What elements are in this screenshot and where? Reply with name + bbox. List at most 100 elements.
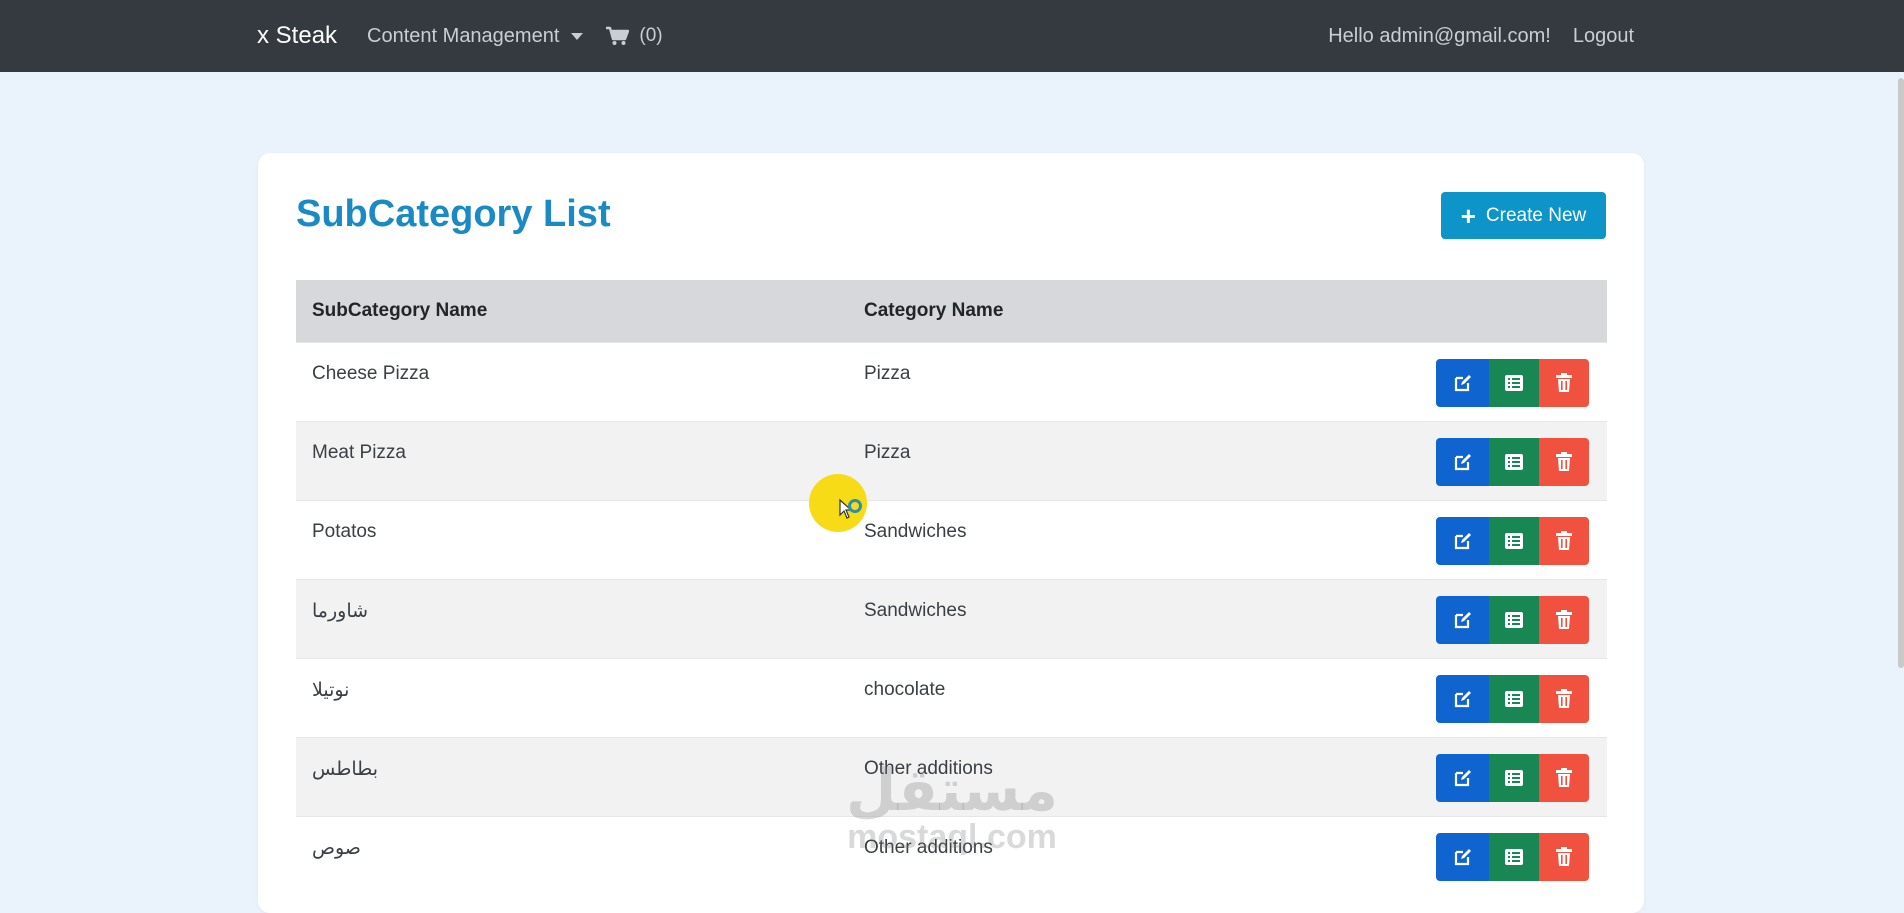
- list-icon: [1504, 453, 1524, 471]
- edit-button[interactable]: [1436, 675, 1489, 723]
- list-icon: [1504, 848, 1524, 866]
- top-navbar: x Steak Content Management (0) Hello adm…: [0, 0, 1904, 72]
- action-button-group: [1436, 833, 1589, 881]
- trash-icon: [1555, 689, 1573, 709]
- edit-icon: [1453, 452, 1473, 472]
- details-button[interactable]: [1489, 833, 1539, 881]
- row-actions: [1404, 422, 1607, 486]
- user-greeting-link[interactable]: Hello admin@gmail.com!: [1328, 25, 1551, 48]
- edit-button[interactable]: [1436, 833, 1489, 881]
- list-icon: [1504, 769, 1524, 787]
- page-scrollbar[interactable]: [1898, 78, 1904, 668]
- category-name-cell: Sandwiches: [864, 600, 967, 621]
- trash-icon: [1555, 373, 1573, 393]
- cart-count: (0): [639, 25, 663, 46]
- category-name-cell: Other additions: [864, 837, 993, 858]
- cart-icon: [606, 26, 630, 45]
- subcategory-name-cell: Potatos: [312, 521, 377, 542]
- edit-icon: [1453, 768, 1473, 788]
- table-row: Meat Pizza Pizza: [296, 421, 1607, 500]
- details-button[interactable]: [1489, 438, 1539, 486]
- list-icon: [1504, 690, 1524, 708]
- action-button-group: [1436, 596, 1589, 644]
- list-icon: [1504, 374, 1524, 392]
- cart-link[interactable]: (0): [605, 25, 663, 47]
- table-header-row: SubCategory Name Category Name: [296, 280, 1607, 342]
- edit-icon: [1453, 373, 1473, 393]
- table-row: Potatos Sandwiches: [296, 500, 1607, 579]
- delete-button[interactable]: [1539, 517, 1589, 565]
- edit-button[interactable]: [1436, 438, 1489, 486]
- row-actions: [1404, 501, 1607, 565]
- category-name-cell: Pizza: [864, 442, 911, 463]
- subcategory-name-cell: Cheese Pizza: [312, 363, 430, 384]
- edit-icon: [1453, 531, 1473, 551]
- header-category-name: Category Name: [864, 300, 1004, 321]
- subcategory-card: SubCategory List + Create New SubCategor…: [258, 153, 1644, 913]
- edit-button[interactable]: [1436, 359, 1489, 407]
- subcategory-table: SubCategory Name Category Name Cheese Pi…: [296, 280, 1607, 895]
- table-row: صوص Other additions: [296, 816, 1607, 895]
- category-name-cell: Other additions: [864, 758, 993, 779]
- table-row: بطاطس Other additions: [296, 737, 1607, 816]
- category-name-cell: Sandwiches: [864, 521, 967, 542]
- action-button-group: [1436, 517, 1589, 565]
- delete-button[interactable]: [1539, 833, 1589, 881]
- delete-button[interactable]: [1539, 754, 1589, 802]
- cursor-arrow-icon: [839, 498, 862, 519]
- details-button[interactable]: [1489, 517, 1539, 565]
- edit-button[interactable]: [1436, 517, 1489, 565]
- create-new-label: Create New: [1485, 204, 1587, 226]
- edit-button[interactable]: [1436, 596, 1489, 644]
- trash-icon: [1555, 768, 1573, 788]
- delete-button[interactable]: [1539, 596, 1589, 644]
- category-name-cell: chocolate: [864, 679, 946, 700]
- row-actions: [1404, 659, 1607, 723]
- action-button-group: [1436, 359, 1589, 407]
- navbar-right: Hello admin@gmail.com! Logout: [1306, 25, 1634, 48]
- action-button-group: [1436, 438, 1589, 486]
- logout-link[interactable]: Logout: [1573, 25, 1634, 48]
- brand-link[interactable]: x Steak: [257, 22, 337, 50]
- edit-button[interactable]: [1436, 754, 1489, 802]
- list-icon: [1504, 532, 1524, 550]
- table-row: شاورما Sandwiches: [296, 579, 1607, 658]
- subcategory-name-cell: صوص: [312, 838, 361, 859]
- edit-icon: [1453, 847, 1473, 867]
- details-button[interactable]: [1489, 596, 1539, 644]
- trash-icon: [1555, 531, 1573, 551]
- edit-icon: [1453, 689, 1473, 709]
- trash-icon: [1555, 452, 1573, 472]
- delete-button[interactable]: [1539, 438, 1589, 486]
- delete-button[interactable]: [1539, 675, 1589, 723]
- details-button[interactable]: [1489, 754, 1539, 802]
- subcategory-name-cell: نوتيلا: [312, 680, 350, 701]
- row-actions: [1404, 580, 1607, 644]
- page-title: SubCategory List: [296, 193, 611, 235]
- row-actions: [1404, 817, 1607, 881]
- table-body: Cheese Pizza Pizza Meat Pizza Pizza Potatos S…: [296, 342, 1607, 895]
- navbar-container: x Steak Content Management (0) Hello adm…: [257, 0, 1634, 72]
- create-new-button[interactable]: + Create New: [1441, 192, 1606, 239]
- row-actions: [1404, 343, 1607, 407]
- category-name-cell: Pizza: [864, 363, 911, 384]
- subcategory-name-cell: Meat Pizza: [312, 442, 406, 463]
- action-button-group: [1436, 754, 1589, 802]
- plus-icon: +: [1460, 200, 1476, 231]
- row-actions: [1404, 738, 1607, 802]
- table-row: Cheese Pizza Pizza: [296, 342, 1607, 421]
- subcategory-name-cell: بطاطس: [312, 759, 379, 780]
- subcategory-name-cell: شاورما: [312, 601, 369, 622]
- list-icon: [1504, 611, 1524, 629]
- trash-icon: [1555, 847, 1573, 867]
- action-button-group: [1436, 675, 1589, 723]
- delete-button[interactable]: [1539, 359, 1589, 407]
- table-row: نوتيلا chocolate: [296, 658, 1607, 737]
- details-button[interactable]: [1489, 359, 1539, 407]
- header-subcategory-name: SubCategory Name: [312, 300, 488, 321]
- edit-icon: [1453, 610, 1473, 630]
- caret-down-icon: [571, 32, 584, 40]
- details-button[interactable]: [1489, 675, 1539, 723]
- trash-icon: [1555, 610, 1573, 630]
- content-management-dropdown[interactable]: Content Management: [367, 25, 584, 48]
